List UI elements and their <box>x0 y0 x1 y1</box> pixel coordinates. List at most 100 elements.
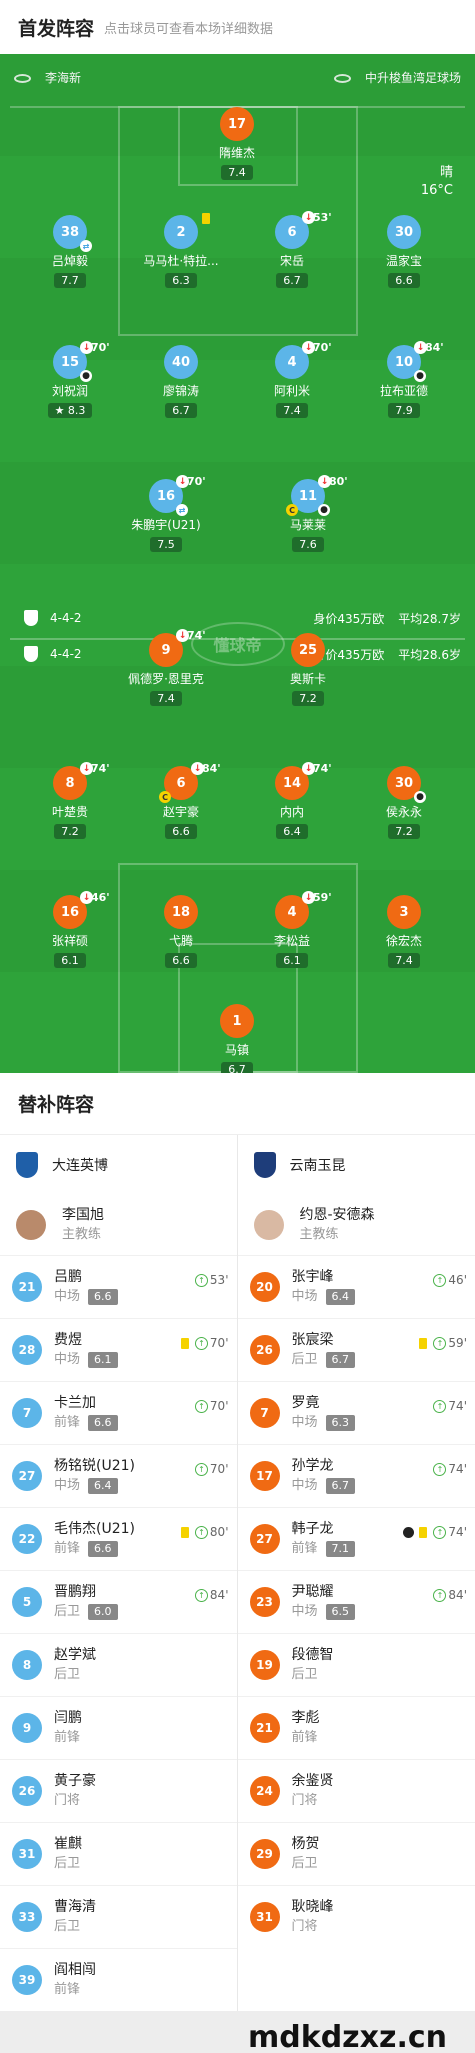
sub-player-row[interactable]: 27 韩子龙 前锋 7.1 ↑ 74' <box>237 1507 475 1570</box>
player-marker[interactable]: 17 隋维杰 7.4 <box>182 107 292 180</box>
player-marker[interactable]: 18 弋腾 6.6 <box>126 895 236 968</box>
sub-player-row[interactable]: 8 赵学斌 后卫 <box>0 1633 237 1696</box>
player-marker[interactable]: 25 奥斯卡 7.2 <box>253 633 363 706</box>
player-marker[interactable]: 3 徐宏杰 7.4 <box>349 895 459 968</box>
sub-time: 70' <box>187 475 206 488</box>
sub-player-position: 中场 6.3 <box>292 1413 464 1432</box>
home-team-logo-icon <box>16 1152 38 1178</box>
player-marker[interactable]: 1 马镇 6.7 <box>182 1004 292 1073</box>
player-rating: 7.4 <box>150 691 182 706</box>
player-rating: 7.7 <box>54 273 86 288</box>
away-team-header[interactable]: 云南玉昆 <box>238 1135 475 1195</box>
sub-time: 84' <box>202 762 221 775</box>
player-marker[interactable]: 6 ↓ 84' C 赵宇豪 6.6 <box>126 762 236 839</box>
sub-player-row[interactable]: 17 孙学龙 中场 6.7 ↑ 74' <box>237 1444 475 1507</box>
player-name: 朱鹏宇(U21) <box>131 518 201 532</box>
sub-player-row[interactable]: 26 张宸梁 后卫 6.7 ↑ 59' <box>237 1318 475 1381</box>
player-number-badge: 4 ↓ 70' <box>275 341 332 379</box>
sub-in-time: 59' <box>448 1336 467 1350</box>
player-marker[interactable]: 2 马马杜·特拉... 6.3 <box>126 213 236 288</box>
sub-player-row[interactable]: 33 曹海清 后卫 <box>0 1885 237 1948</box>
home-subs-column: 大连英博 李国旭 主教练 21 吕鹏 中场 6.6 ↑ 53' 28 费煜 中场 6.1 ↑ 70' 7 卡… <box>0 1135 238 2011</box>
sub-player-row[interactable]: 9 闫鹏 前锋 <box>0 1696 237 1759</box>
player-number: 6 <box>287 224 297 240</box>
sub-player-row[interactable]: 23 尹聪耀 中场 6.5 ↑ 84' <box>237 1570 475 1633</box>
sub-player-position: 中场 6.4 <box>54 1476 225 1495</box>
sub-player-row[interactable]: 19 段德智 后卫 <box>237 1633 475 1696</box>
player-rating: 6.1 <box>54 953 86 968</box>
home-formation-row: 4-4-2 身价435万欧 平均28.7岁 <box>0 607 475 629</box>
player-marker[interactable]: 14 ↓ 74' 内内 6.4 <box>237 762 347 839</box>
sub-player-row[interactable]: 39 阎相闯 前锋 <box>0 1948 237 2011</box>
sub-number-badge: 24 <box>249 1776 280 1806</box>
player-name: 隋维杰 <box>218 146 255 160</box>
player-rating: 6.3 <box>165 273 197 288</box>
sub-player-row[interactable]: 28 费煜 中场 6.1 ↑ 70' <box>0 1318 237 1381</box>
player-number-badge: 16 ↓ 46' <box>53 891 110 929</box>
player-number: 30 <box>394 775 414 791</box>
sub-player-row[interactable]: 26 黄子豪 门将 <box>0 1759 237 1822</box>
player-rating: 6.6 <box>165 953 197 968</box>
player-marker[interactable]: 38 ⇄ 吕焯毅 7.7 <box>15 215 125 288</box>
sub-player-row[interactable]: 29 杨贺 后卫 <box>237 1822 475 1885</box>
player-marker[interactable]: 4 ↓ 59' 李松益 6.1 <box>237 891 347 968</box>
sub-player-position: 后卫 <box>291 1667 318 1682</box>
player-number-badge: 3 <box>387 895 421 929</box>
away-coach[interactable]: 约恩-安德森 主教练 <box>238 1195 475 1255</box>
sub-event: ↑ 80' <box>180 1525 229 1539</box>
player-marker[interactable]: 40 廖锦涛 6.7 <box>126 345 236 418</box>
player-rating: 6.1 <box>276 953 308 968</box>
subs-columns: 大连英博 李国旭 主教练 21 吕鹏 中场 6.6 ↑ 53' 28 费煜 中场 6.1 ↑ 70' 7 卡… <box>0 1135 475 2011</box>
sub-player-row[interactable]: 27 杨铭锐(U21) 中场 6.4 ↑ 70' <box>0 1444 237 1507</box>
sub-player-rating: 6.1 <box>88 1352 118 1368</box>
player-name: 徐宏杰 <box>385 934 422 948</box>
sub-time: 70' <box>313 341 332 354</box>
home-coach[interactable]: 李国旭 主教练 <box>0 1195 237 1255</box>
sub-player-row[interactable]: 21 李彪 前锋 <box>237 1696 475 1759</box>
player-marker[interactable]: 6 ↓ 53' 宋岳 6.7 <box>237 211 347 288</box>
sub-in-time: 74' <box>448 1399 467 1413</box>
player-marker[interactable]: 15 ↓ 70' ● 刘祝润 ★ 8.3 <box>15 341 125 418</box>
sub-player-position: 中场 6.6 <box>54 1287 225 1306</box>
player-rating: 7.6 <box>292 537 324 552</box>
sub-player-row[interactable]: 20 张宇峰 中场 6.4 ↑ 46' <box>237 1255 475 1318</box>
player-marker[interactable]: 16 ↓ 70' ⇄ 朱鹏宇(U21) 7.5 <box>111 475 221 552</box>
player-marker[interactable]: 11 ↓ 80' ● C 马莱莱 7.6 <box>253 475 363 552</box>
sub-player-row[interactable]: 5 晋鹏翔 后卫 6.0 ↑ 84' <box>0 1570 237 1633</box>
yellow-card-icon <box>180 1337 189 1349</box>
sub-in-time: 84' <box>209 1588 229 1602</box>
sub-time: 80' <box>329 475 348 488</box>
sub-in-time: 80' <box>209 1525 229 1539</box>
sub-in-icon: ↑ <box>194 1525 208 1539</box>
home-team-header[interactable]: 大连英博 <box>0 1135 237 1195</box>
sub-player-row[interactable]: 21 吕鹏 中场 6.6 ↑ 53' <box>0 1255 237 1318</box>
sub-number-badge: 9 <box>12 1713 42 1743</box>
sub-player-row[interactable]: 22 毛伟杰(U21) 前锋 6.6 ↑ 80' <box>0 1507 237 1570</box>
sub-event: ↑ 74' <box>403 1525 467 1539</box>
home-value: 身价435万欧 <box>313 611 385 626</box>
sub-player-row[interactable]: 31 耿晓峰 门将 <box>237 1885 475 1948</box>
player-number-badge: 11 ↓ 80' ● C <box>286 475 348 516</box>
player-marker[interactable]: 30 ● 侯永永 7.2 <box>349 766 459 839</box>
player-marker[interactable]: 4 ↓ 70' 阿利米 7.4 <box>237 341 347 418</box>
away-coach-avatar <box>253 1210 284 1240</box>
sub-player-position: 后卫 <box>54 1667 81 1682</box>
away-team-logo-icon <box>253 1152 276 1178</box>
player-number: 4 <box>287 904 297 920</box>
player-rating: 6.6 <box>388 273 420 288</box>
sub-player-row[interactable]: 24 余鉴贤 门将 <box>237 1759 475 1822</box>
sub-player-row[interactable]: 31 崔麒 后卫 <box>0 1822 237 1885</box>
player-marker[interactable]: 30 温家宝 6.6 <box>349 215 459 288</box>
sub-player-row[interactable]: 7 罗竟 中场 6.3 ↑ 74' <box>237 1381 475 1444</box>
player-number-badge: 9 ↓ 74' <box>149 629 206 667</box>
player-name: 佩德罗·恩里克 <box>128 672 204 686</box>
player-name: 吕焯毅 <box>51 254 88 268</box>
sub-player-name: 余鉴贤 <box>291 1773 334 1789</box>
sub-player-row[interactable]: 7 卡兰加 前锋 6.6 ↑ 70' <box>0 1381 237 1444</box>
player-marker[interactable]: 9 ↓ 74' 佩德罗·恩里克 7.4 <box>111 629 221 706</box>
player-marker[interactable]: 8 ↓ 74' 叶楚贵 7.2 <box>15 762 125 839</box>
sub-in-icon: ↑ <box>433 1399 447 1413</box>
player-marker[interactable]: 16 ↓ 46' 张祥硕 6.1 <box>15 891 125 968</box>
player-marker[interactable]: 10 ↓ 84' ● 拉布亚德 7.9 <box>349 341 459 418</box>
player-number: 9 <box>161 642 171 658</box>
